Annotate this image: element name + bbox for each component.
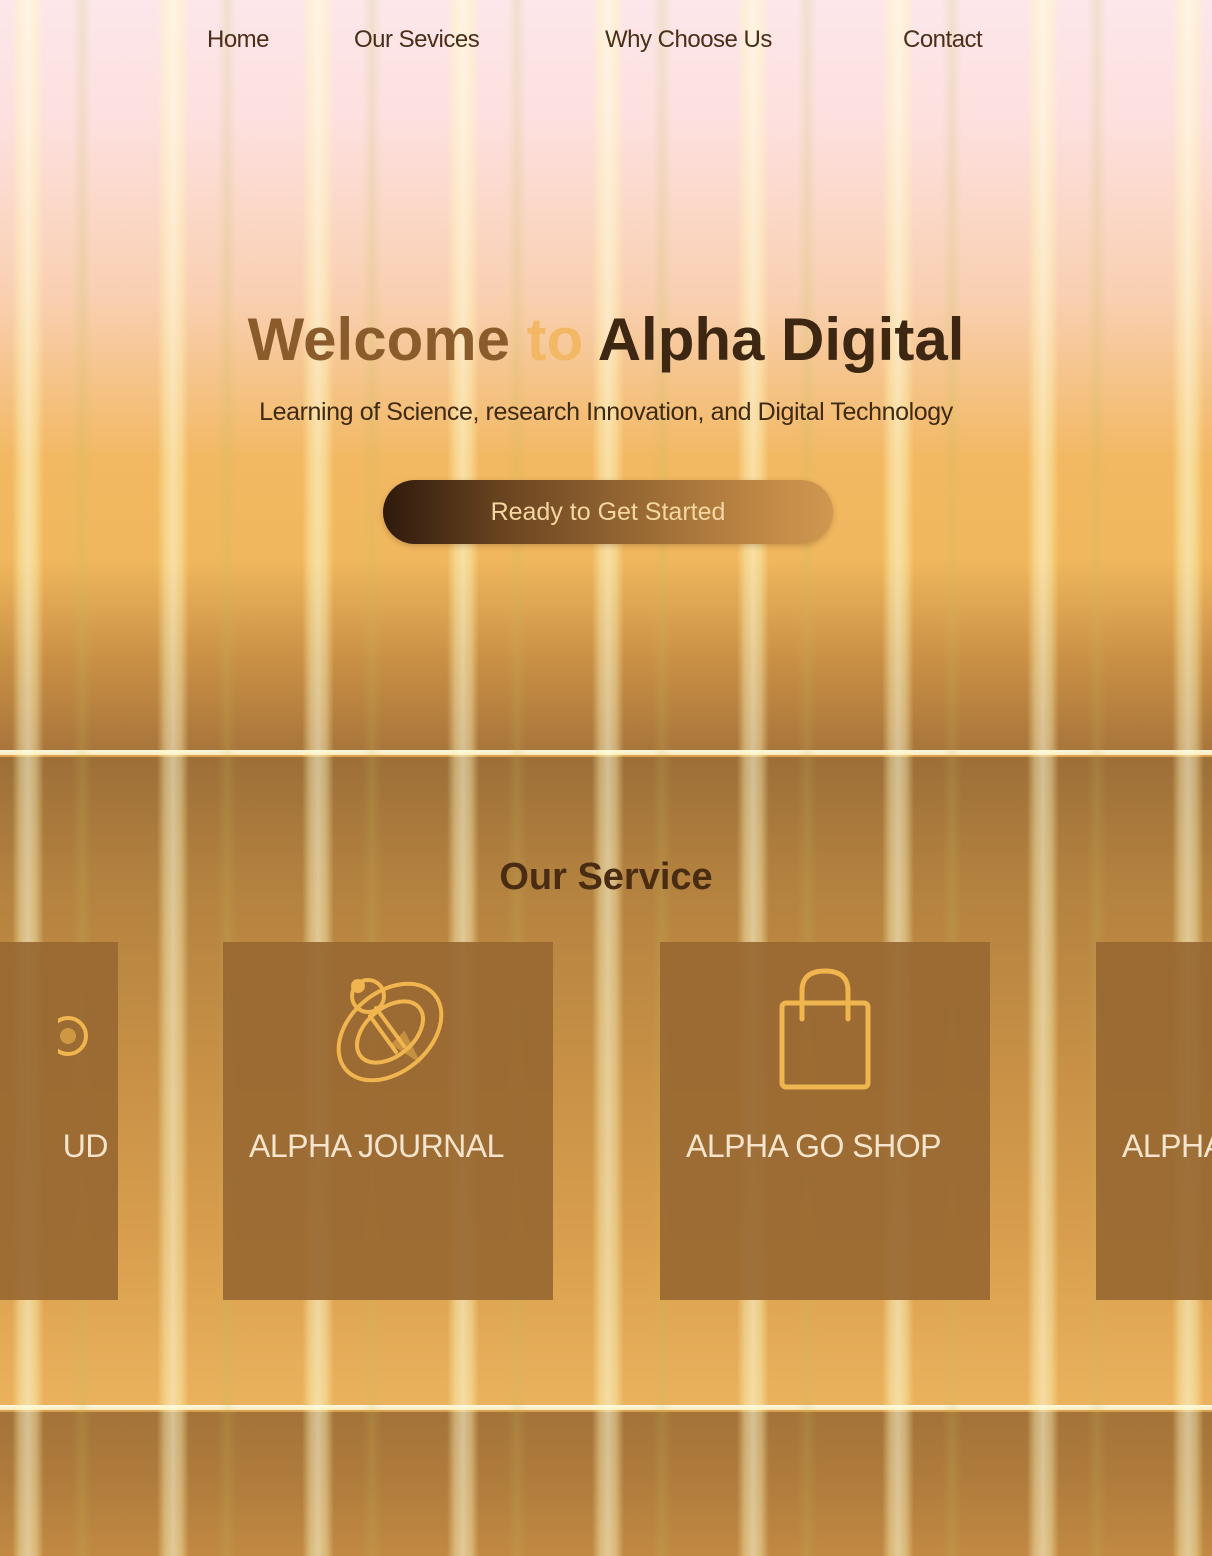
next-section-background	[0, 1412, 1212, 1556]
hero-title: Welcome to Alpha Digital	[0, 305, 1212, 374]
services-title: Our Service	[499, 856, 713, 898]
service-card-title: UD	[62, 1128, 109, 1164]
nav-contact[interactable]: Contact	[903, 26, 983, 54]
hero-title-to: to	[526, 306, 598, 373]
planet-journal-icon	[223, 960, 553, 1096]
hero-title-welcome: Welcome	[247, 306, 527, 373]
service-card-title: ALPHA JOURNAL	[249, 1128, 504, 1164]
nav-home[interactable]: Home	[207, 26, 270, 54]
hero-divider	[0, 750, 1212, 755]
service-card-title: ALPHA	[1122, 1128, 1212, 1164]
service-card-title: ALPHA GO SHOP	[686, 1128, 941, 1164]
shopping-bag-icon	[660, 960, 990, 1096]
service-card-cloud[interactable]: UD	[0, 942, 118, 1300]
nav-our-services[interactable]: Our Sevices	[354, 26, 480, 54]
hero-title-brand: Alpha Digital	[597, 306, 965, 373]
main-nav: Home Our Sevices Why Choose Us Contact	[0, 26, 1212, 56]
service-card-partial[interactable]: ALPHA	[1096, 942, 1212, 1300]
services-divider	[0, 1405, 1212, 1410]
hero-subtitle: Learning of Science, research Innovation…	[259, 398, 953, 426]
cloud-icon	[0, 960, 118, 1096]
service-card-shop[interactable]: ALPHA GO SHOP	[660, 942, 990, 1300]
document-icon	[1096, 960, 1212, 1096]
hero-background	[0, 0, 1212, 752]
get-started-button[interactable]: Ready to Get Started	[383, 480, 833, 544]
nav-why-choose-us[interactable]: Why Choose Us	[605, 26, 772, 54]
services-carousel[interactable]: UD ALPHA JOURNAL ALPHA GO SHOP ALPH	[0, 942, 1212, 1302]
service-card-journal[interactable]: ALPHA JOURNAL	[223, 942, 553, 1300]
